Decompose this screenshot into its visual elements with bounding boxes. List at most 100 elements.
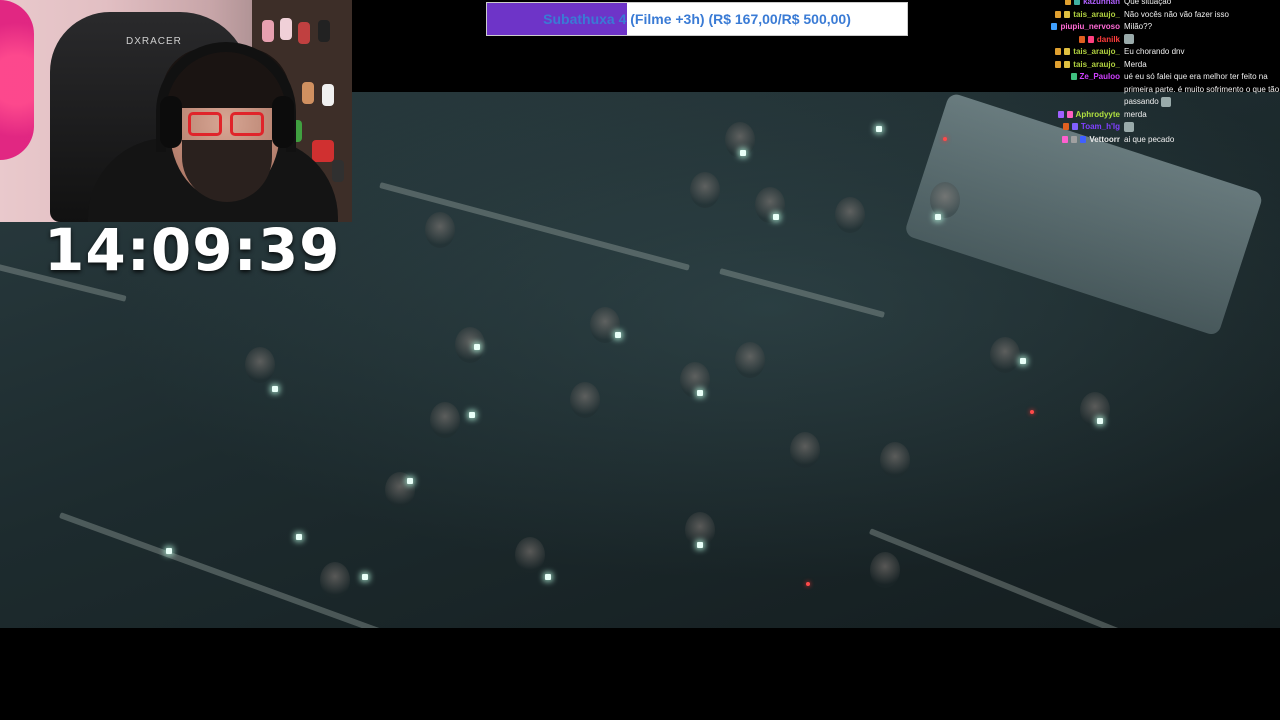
phone-light [474, 344, 480, 350]
chat-badge-icon [1064, 60, 1071, 68]
chat-message: Toam_h'Ig [1040, 121, 1280, 134]
crowd-person [1080, 392, 1110, 428]
chat-badge-icon [1055, 48, 1062, 55]
chat-text: Eu chorando dnv [1120, 46, 1280, 59]
phone-light [166, 548, 172, 554]
chat-username[interactable]: Vettoorr [1089, 134, 1120, 147]
crowd-person [790, 432, 820, 468]
crowd-person [690, 172, 720, 208]
road-stripe [58, 512, 400, 628]
subathon-goal-bar: Subathuxa 4 (Filme +3h) (R$ 167,00/R$ 50… [486, 2, 908, 36]
crowd-person [880, 442, 910, 478]
crowd-person [430, 402, 460, 438]
chat-text-content: Merda [1124, 59, 1147, 69]
chat-text-content: Milão?? [1124, 22, 1153, 31]
phone-light [740, 150, 746, 156]
chat-text [1120, 34, 1280, 47]
crowd-person [425, 212, 455, 248]
chat-username[interactable]: Ze_Pauloo [1080, 71, 1120, 84]
phone-light [272, 386, 278, 392]
chat-badge-icon [1064, 48, 1071, 55]
chat-text-content: ai que pecado [1124, 134, 1175, 144]
chat-username[interactable]: piupiu_nervoso [1060, 21, 1120, 34]
chat-text: merda [1120, 109, 1280, 122]
chat-badge-icon [1051, 23, 1058, 30]
phone-light [935, 214, 941, 220]
road-stripe [868, 528, 1178, 628]
chat-message-header: Vettoorr [1040, 134, 1120, 147]
crowd-person [835, 197, 865, 233]
chat-message-header: Ze_Pauloo [1040, 71, 1120, 109]
chat-badge-icon [1070, 73, 1077, 80]
chat-badge-icon [1071, 123, 1078, 130]
chat-text: Milão?? [1120, 21, 1280, 34]
phone-light [876, 126, 882, 132]
chat-text-content: Eu chorando dnv [1124, 47, 1185, 56]
chat-message-header: piupiu_nervoso [1040, 21, 1120, 34]
webcam-overlay: DXRACER [0, 0, 352, 222]
red-light [806, 582, 810, 586]
chat-badge-icon [1071, 135, 1078, 143]
chat-username[interactable]: Toam_h'Ig [1081, 121, 1120, 134]
phone-light [545, 574, 551, 580]
chat-message-header: tais_araujo_ [1040, 46, 1120, 59]
chat-message: Vettoorr ai que pecado [1040, 134, 1280, 147]
chat-text-content: Não vocês não vão fazer isso [1124, 9, 1229, 19]
crowd-person [570, 382, 600, 418]
phone-light [773, 214, 779, 220]
phone-light [1020, 358, 1026, 364]
chat-emote-icon [1160, 96, 1171, 107]
road-stripe [719, 268, 885, 318]
chat-message-header: danilk [1040, 34, 1120, 47]
chat-message-header: Aphrodyyte [1040, 109, 1120, 122]
chat-message-header: Toam_h'Ig [1040, 121, 1120, 134]
chat-message: Ze_Pauloo ué eu só falei que era melhor t… [1040, 71, 1280, 109]
chat-emote-icon [1124, 34, 1134, 45]
chat-badge-icon [1078, 35, 1085, 43]
chat-message: tais_araujo_ Merda [1040, 59, 1280, 72]
pink-boa [0, 0, 34, 160]
chat-text [1120, 121, 1280, 134]
chat-badge-icon [1087, 35, 1094, 43]
chat-username[interactable]: tais_araujo_ [1073, 59, 1120, 72]
phone-light [697, 542, 703, 548]
crowd-person [455, 327, 485, 363]
chat-overlay: kazuhhan Que situação tais_araujo_ Não você… [1040, 0, 1280, 146]
red-light [1030, 410, 1034, 414]
crowd-person [990, 337, 1020, 373]
chat-message: tais_araujo_ Não vocês não vão fazer isso [1040, 9, 1280, 22]
chat-text: ai que pecado [1120, 134, 1280, 147]
chat-message-header: kazuhhan [1040, 0, 1120, 9]
headset-earcup [160, 96, 182, 148]
chat-username[interactable]: tais_araujo_ [1073, 46, 1120, 59]
crowd-person [680, 362, 710, 398]
goal-label: Subathuxa 4 (Filme +3h) (R$ 167,00/R$ 50… [543, 11, 851, 27]
crowd-person [245, 347, 275, 383]
chat-text-content: Que situação [1124, 0, 1172, 6]
chair-logo: DXRACER [126, 36, 182, 47]
phone-light [469, 412, 475, 418]
crowd-person [515, 537, 545, 573]
subathon-timer: 14:09:39 [44, 216, 341, 284]
phone-light [615, 332, 621, 338]
red-light [943, 137, 947, 141]
chat-username[interactable]: tais_araujo_ [1073, 9, 1120, 22]
crowd-person [320, 562, 350, 598]
phone-light [296, 534, 302, 540]
crowd-person [735, 342, 765, 378]
crowd-person [870, 552, 900, 588]
chat-text: Merda [1120, 59, 1280, 72]
chat-username[interactable]: danilk [1097, 34, 1120, 47]
chat-message: tais_araujo_ Eu chorando dnv [1040, 46, 1280, 59]
chat-badge-icon [1062, 135, 1069, 143]
chat-badge-icon [1055, 60, 1062, 68]
phone-light [362, 574, 368, 580]
chat-username[interactable]: kazuhhan [1083, 0, 1120, 9]
chat-message-header: tais_araujo_ [1040, 59, 1120, 72]
chat-badge-icon [1064, 10, 1071, 18]
chat-message: piupiu_nervoso Milão?? [1040, 21, 1280, 34]
chat-badge-icon [1062, 123, 1069, 130]
chat-badge-icon [1065, 0, 1072, 5]
chat-message-header: tais_araujo_ [1040, 9, 1120, 22]
chat-username[interactable]: Aphrodyyte [1076, 109, 1120, 122]
